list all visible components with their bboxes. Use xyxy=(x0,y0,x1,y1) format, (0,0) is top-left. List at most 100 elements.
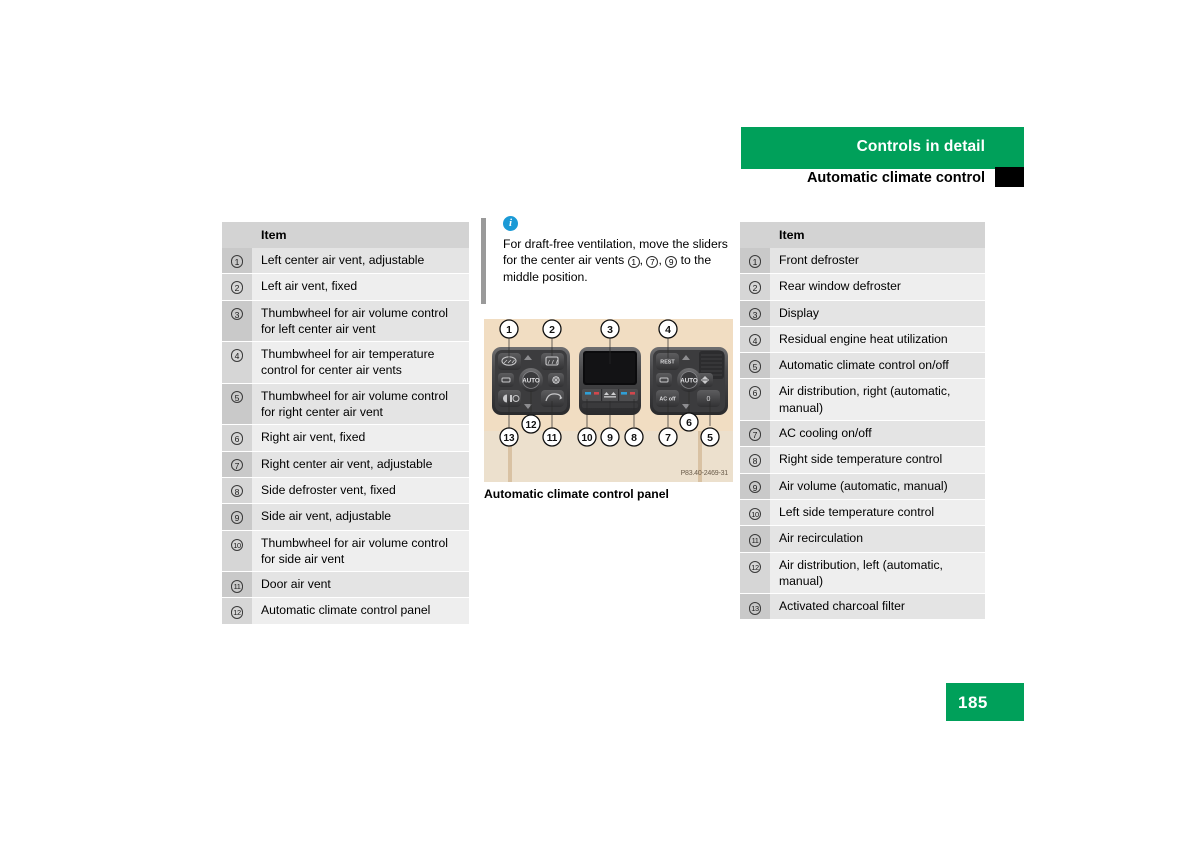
table-header-item: Item xyxy=(252,222,469,248)
left-item-label-11: Door air vent xyxy=(252,571,469,599)
row-number-cell: 1 xyxy=(740,248,770,275)
table-row: 3 Thumbwheel for air volume control for l… xyxy=(222,300,469,343)
figure-caption: Automatic climate control panel xyxy=(484,487,669,501)
table-row: 1 Front defroster xyxy=(740,248,985,275)
note-ref-7: 7 xyxy=(646,256,659,269)
table-header-row: Item xyxy=(222,222,469,248)
right-item-label-12: Air distribution, left (automatic, manua… xyxy=(770,552,985,595)
svg-text:REST: REST xyxy=(660,360,675,366)
row-number-cell: 11 xyxy=(740,525,770,553)
svg-text:7: 7 xyxy=(665,432,671,444)
table-row: 2 Left air vent, fixed xyxy=(222,273,469,301)
svg-text:6: 6 xyxy=(686,417,692,429)
table-row: 9 Air volume (automatic, manual) xyxy=(740,473,985,500)
table-row: 10 Left side temperature control xyxy=(740,499,985,527)
right-item-label-9: Air volume (automatic, manual) xyxy=(770,473,985,500)
left-item-label-2: Left air vent, fixed xyxy=(252,273,469,301)
table-header-number xyxy=(740,222,770,248)
row-number-cell: 4 xyxy=(222,341,252,384)
svg-text:4: 4 xyxy=(665,324,671,336)
table-row: 2 Rear window defroster xyxy=(740,273,985,301)
row-number-cell: 3 xyxy=(222,300,252,343)
left-item-label-10: Thumbwheel for air volume control for si… xyxy=(252,530,469,573)
svg-text:10: 10 xyxy=(581,433,593,444)
table-row: 11 Door air vent xyxy=(222,571,469,599)
row-number-cell: 12 xyxy=(740,552,770,595)
left-item-number-12: 12 xyxy=(230,606,244,619)
left-item-label-1: Left center air vent, adjustable xyxy=(252,248,469,275)
right-item-number-3: 3 xyxy=(748,307,762,321)
row-number-cell: 3 xyxy=(740,300,770,327)
left-item-number-4: 4 xyxy=(230,349,244,362)
table-row: 10 Thumbwheel for air volume control for … xyxy=(222,530,469,573)
left-item-label-8: Side defroster vent, fixed xyxy=(252,477,469,505)
right-item-number-11: 11 xyxy=(748,534,762,547)
svg-text:AC off: AC off xyxy=(659,397,675,403)
note-ref-9: 9 xyxy=(665,256,678,269)
left-item-number-2: 2 xyxy=(230,281,244,294)
right-item-label-3: Display xyxy=(770,300,985,327)
table-header-number xyxy=(222,222,252,248)
table-row: 1 Left center air vent, adjustable xyxy=(222,248,469,275)
note-accent-bar xyxy=(481,218,486,304)
table-row: 7 Right center air vent, adjustable xyxy=(222,451,469,478)
left-item-label-7: Right center air vent, adjustable xyxy=(252,451,469,478)
right-item-number-8: 8 xyxy=(748,454,762,467)
left-item-label-4: Thumbwheel for air temperature control f… xyxy=(252,341,469,384)
table-row: 11 Air recirculation xyxy=(740,525,985,553)
row-number-cell: 8 xyxy=(222,477,252,505)
climate-panel-illustration: AUTO REST AUTO AC off 0 1 2 3 4 12 6 13 … xyxy=(484,319,733,482)
right-item-number-6: 6 xyxy=(748,386,762,399)
row-number-cell: 8 xyxy=(740,446,770,474)
right-item-label-6: Air distribution, right (automatic, manu… xyxy=(770,378,985,422)
table-row: 9 Side air vent, adjustable xyxy=(222,503,469,531)
note-sep-1: , xyxy=(639,253,647,268)
row-number-cell: 9 xyxy=(740,473,770,500)
left-item-label-6: Right air vent, fixed xyxy=(252,424,469,452)
table-header-item: Item xyxy=(770,222,985,248)
section-title: Automatic climate control xyxy=(806,170,985,186)
svg-text:9: 9 xyxy=(607,432,613,444)
right-item-label-8: Right side temperature control xyxy=(770,446,985,474)
left-item-number-5: 5 xyxy=(230,390,244,404)
right-item-number-2: 2 xyxy=(748,281,762,294)
row-number-cell: 2 xyxy=(222,273,252,301)
thumb-index-tab xyxy=(995,167,1024,187)
row-number-cell: 10 xyxy=(740,499,770,527)
left-item-number-7: 7 xyxy=(230,458,244,472)
row-number-cell: 1 xyxy=(222,248,252,275)
note-text: For draft-free ventilation, move the sli… xyxy=(503,236,731,285)
right-item-number-4: 4 xyxy=(748,333,762,347)
table-row: 12 Automatic climate control panel xyxy=(222,597,469,625)
row-number-cell: 2 xyxy=(740,273,770,301)
table-row: 7 AC cooling on/off xyxy=(740,420,985,448)
table-header-row: Item xyxy=(740,222,985,248)
row-number-cell: 7 xyxy=(740,420,770,448)
row-number-cell: 12 xyxy=(222,597,252,625)
table-row: 8 Right side temperature control xyxy=(740,446,985,474)
note-sep-2: , xyxy=(658,253,666,268)
table-row: 4 Thumbwheel for air temperature control … xyxy=(222,341,469,384)
svg-text:1: 1 xyxy=(506,324,512,336)
left-item-number-9: 9 xyxy=(230,511,244,524)
left-item-number-1: 1 xyxy=(230,255,244,268)
note-ref-1: 1 xyxy=(627,256,640,269)
table-row: 6 Air distribution, right (automatic, man… xyxy=(740,378,985,422)
table-row: 13 Activated charcoal filter xyxy=(740,593,985,621)
right-item-label-4: Residual engine heat utilization xyxy=(770,326,985,354)
table-row: 4 Residual engine heat utilization xyxy=(740,326,985,354)
right-item-number-10: 10 xyxy=(748,507,762,521)
right-item-number-9: 9 xyxy=(748,480,762,494)
row-number-cell: 7 xyxy=(222,451,252,478)
left-item-label-9: Side air vent, adjustable xyxy=(252,503,469,531)
svg-text:8: 8 xyxy=(631,432,637,444)
figure-credit: P83.40-2469-31 xyxy=(680,470,729,477)
row-number-cell: 6 xyxy=(740,378,770,422)
row-number-cell: 10 xyxy=(222,530,252,573)
left-item-label-5: Thumbwheel for air volume control for ri… xyxy=(252,383,469,426)
right-item-number-1: 1 xyxy=(748,255,762,268)
left-item-table: Item 1 Left center air vent, adjustable 2 L… xyxy=(222,222,469,625)
row-number-cell: 11 xyxy=(222,571,252,599)
right-item-label-1: Front defroster xyxy=(770,248,985,275)
row-number-cell: 13 xyxy=(740,593,770,621)
